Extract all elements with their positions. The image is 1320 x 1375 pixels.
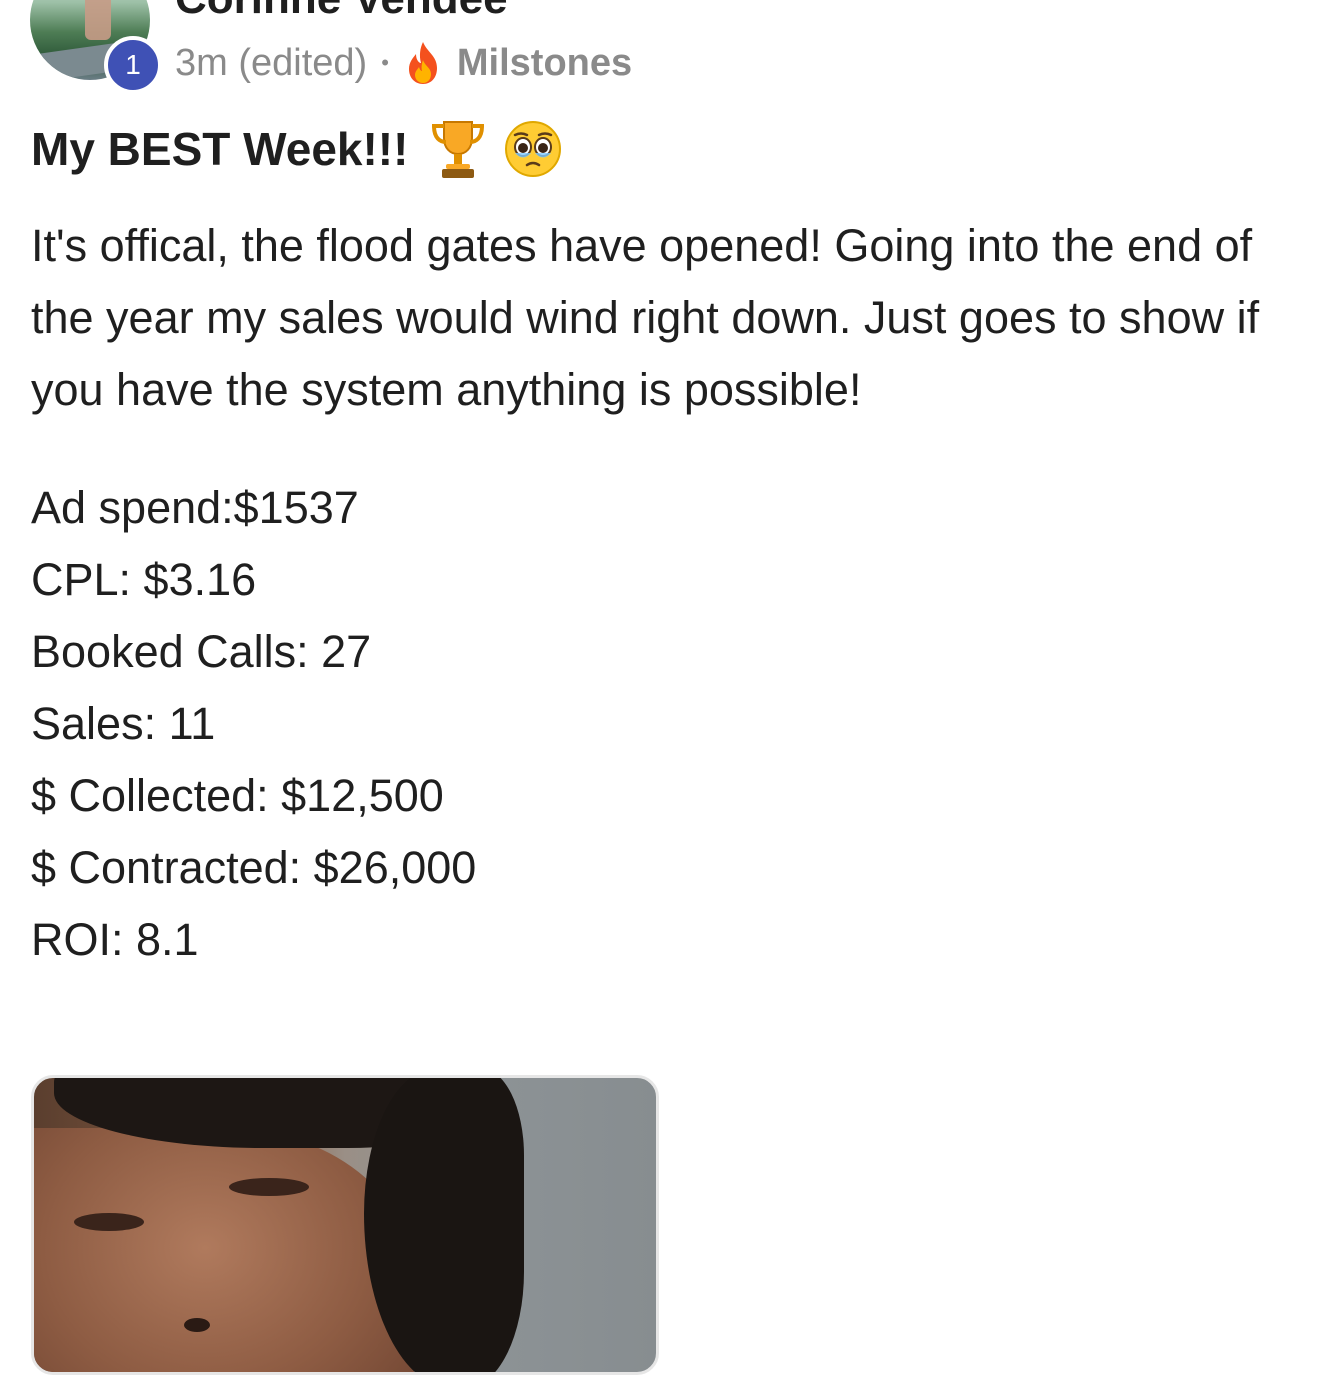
post-body: It's offical, the flood gates have opene…: [31, 220, 1260, 415]
post-meta: 3m (edited) • Milstones: [175, 38, 632, 88]
post-title: My BEST Week!!!: [31, 114, 562, 184]
post-media-nose: [184, 1318, 210, 1332]
fire-icon: [403, 40, 443, 86]
meta-separator: •: [381, 50, 389, 75]
trophy-icon: [430, 118, 486, 180]
author-name[interactable]: Corinne Vendee: [175, 0, 508, 24]
stat-cpl: CPL: $3.16: [31, 554, 257, 605]
stat-roi: ROI: 8.1: [31, 914, 199, 965]
stat-collected: $ Collected: $12,500: [31, 770, 444, 821]
stats-list: Ad spend:$1537 CPL: $3.16 Booked Calls: …: [31, 472, 931, 976]
post-media-eye-right: [229, 1178, 309, 1196]
post-media-gif[interactable]: [31, 1075, 659, 1375]
post-time: 3m (edited): [175, 41, 368, 84]
level-badge: 1: [104, 36, 162, 94]
avatar-photo-runner: [85, 0, 111, 40]
post-title-text: My BEST Week!!!: [31, 123, 409, 175]
stat-sales: Sales: 11: [31, 698, 216, 749]
category-link[interactable]: Milstones: [457, 42, 632, 85]
post-media-face: [34, 1128, 414, 1372]
stat-ad-spend: Ad spend:$1537: [31, 482, 359, 533]
post-media-hair-side: [364, 1078, 524, 1372]
stat-booked-calls: Booked Calls: 27: [31, 626, 372, 677]
post-media-eye-left: [74, 1213, 144, 1231]
pleading-face-icon: [504, 120, 562, 178]
stat-contracted: $ Contracted: $26,000: [31, 842, 477, 893]
